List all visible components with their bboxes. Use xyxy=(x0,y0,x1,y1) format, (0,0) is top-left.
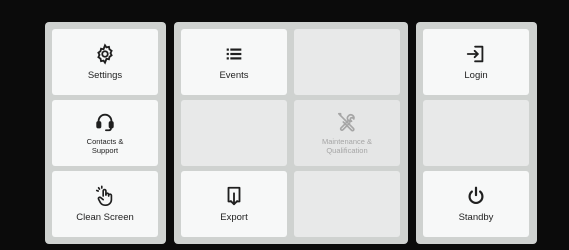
wrench-screwdriver-icon xyxy=(337,112,355,132)
settings-label: Settings xyxy=(87,69,123,81)
list-icon xyxy=(226,48,242,60)
standby-button[interactable]: Standby xyxy=(423,171,529,237)
clean-screen-button[interactable]: Clean Screen xyxy=(52,171,158,237)
empty-tile xyxy=(423,100,529,166)
login-icon xyxy=(466,45,484,62)
events-label: Events xyxy=(219,69,249,81)
left-panel: Settings Contacts & Support Clean Screen xyxy=(45,22,166,244)
maintenance-qualification-button[interactable]: Maintenance & Qualification xyxy=(294,100,400,166)
events-button[interactable]: Events xyxy=(181,29,287,95)
empty-tile xyxy=(294,29,400,95)
right-panel: Login Standby xyxy=(416,22,537,244)
contacts-support-button[interactable]: Contacts & Support xyxy=(52,100,158,166)
contacts-support-label: Contacts & Support xyxy=(86,137,124,155)
export-button[interactable]: Export xyxy=(181,171,287,237)
clean-screen-label: Clean Screen xyxy=(76,211,134,223)
headset-icon xyxy=(96,113,114,132)
hand-tap-icon xyxy=(95,185,113,206)
standby-label: Standby xyxy=(458,211,494,223)
maintenance-qualification-label: Maintenance & Qualification xyxy=(321,137,373,155)
login-button[interactable]: Login xyxy=(423,29,529,95)
gear-icon xyxy=(97,43,113,65)
empty-tile xyxy=(181,100,287,166)
power-icon xyxy=(468,186,484,204)
export-icon xyxy=(227,186,241,205)
middle-panel: Events Maintenance & Qualification Expor… xyxy=(174,22,408,244)
settings-button[interactable]: Settings xyxy=(52,29,158,95)
empty-tile xyxy=(294,171,400,237)
export-label: Export xyxy=(220,211,248,223)
home-menu-screen: Settings Contacts & Support Clean Screen… xyxy=(0,0,569,250)
login-label: Login xyxy=(464,69,488,81)
